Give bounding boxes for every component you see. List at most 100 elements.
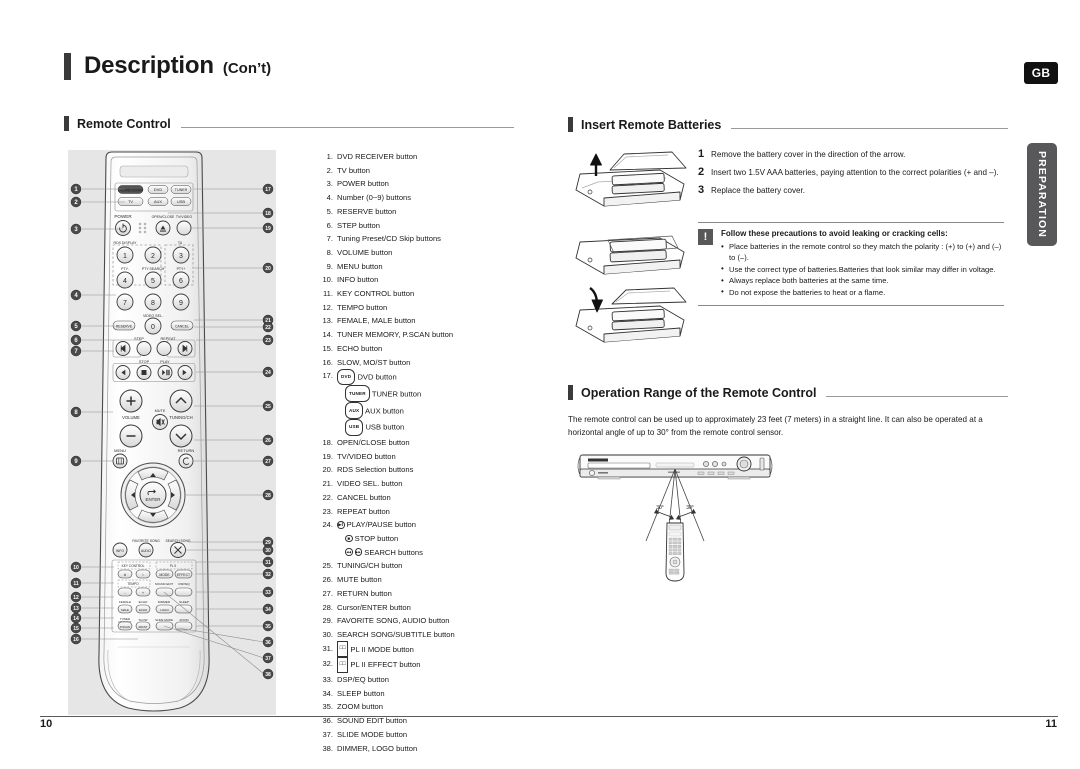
svg-text:OPEN/CLOSE: OPEN/CLOSE — [152, 215, 175, 219]
button-list-label: ■ STOP button — [345, 532, 552, 546]
page-title: Description (Con’t) — [64, 52, 271, 80]
transport-glyph-icon: ▶‖ — [337, 521, 345, 529]
button-list-text: TV button — [337, 165, 370, 175]
svg-text:2: 2 — [151, 253, 155, 260]
section-heading-operation-range: Operation Range of the Remote Control — [568, 385, 1008, 400]
button-list-label: SLEEP button — [337, 687, 552, 701]
button-list-label: RETURN button — [337, 587, 552, 601]
button-list-item: AUX AUX button — [322, 402, 552, 420]
heading-rule — [731, 127, 1008, 129]
svg-text:1: 1 — [123, 253, 127, 260]
svg-text:8: 8 — [151, 300, 155, 307]
button-list-item: 18. OPEN/CLOSE button — [322, 436, 552, 450]
button-list-text: TUNING/CH button — [337, 561, 403, 571]
heading-accent-bar — [64, 116, 69, 131]
button-list-text: DSP/EQ button — [337, 675, 389, 685]
svg-text:STEP: STEP — [134, 337, 144, 341]
battery-step-text: Replace the battery cover. — [711, 186, 806, 195]
caution-title: Follow these precautions to avoid leakin… — [721, 229, 948, 238]
svg-text:USB: USB — [177, 199, 186, 204]
button-list-item: 23. REPEAT button — [322, 505, 552, 519]
svg-text:SLIDE MODE: SLIDE MODE — [155, 618, 173, 622]
svg-text:POWER: POWER — [114, 214, 132, 219]
svg-text:TV/VIDEO: TV/VIDEO — [176, 215, 193, 219]
button-list-text: VOLUME button — [337, 247, 393, 257]
button-list-label: SEARCH SONG/SUBTITLE button — [337, 628, 552, 642]
button-list-item: 25. TUNING/CH button — [322, 559, 552, 573]
button-list-item: 26. MUTE button — [322, 573, 552, 587]
button-list-item: 3. POWER button — [322, 177, 552, 191]
button-list-label: ECHO button — [337, 342, 552, 356]
svg-text:♭: ♭ — [142, 572, 144, 577]
button-list-text: RETURN button — [337, 588, 392, 598]
button-list-label: DVD RECEIVER button — [337, 150, 552, 164]
button-list-item: 35. ZOOM button — [322, 700, 552, 714]
button-list-label: RDS Selection buttons — [337, 463, 552, 477]
svg-text:4: 4 — [123, 278, 127, 285]
battery-step: 1 Remove the battery cover in the directi… — [698, 148, 1004, 161]
button-list-text: INFO button — [337, 275, 379, 285]
button-list-item: 24. ▶‖ PLAY/PAUSE button — [322, 518, 552, 532]
button-list-label: POWER button — [337, 177, 552, 191]
svg-text:9: 9 — [179, 300, 183, 307]
button-list-text: Cursor/ENTER button — [337, 602, 411, 612]
button-list-item: 30. SEARCH SONG/SUBTITLE button — [322, 628, 552, 642]
operation-range-illustration: 30° 30° — [577, 454, 773, 582]
button-list-label: TUNER MEMORY, P.SCAN button — [337, 328, 552, 342]
button-list-number: 13. — [322, 316, 333, 326]
svg-text:TUNER: TUNER — [175, 188, 188, 192]
button-list-text: STOP button — [354, 533, 399, 543]
button-list-number: 23. — [322, 506, 333, 516]
button-list-label: CANCEL button — [337, 491, 552, 505]
button-list-label: TV/VIDEO button — [337, 450, 552, 464]
caution-item: Use the correct type of batteries.Batter… — [721, 263, 1004, 275]
angle-markers — [653, 508, 697, 520]
button-list-number: 18. — [322, 438, 333, 448]
button-list-text: MUTE button — [337, 575, 382, 585]
button-list-item: 38. DIMMER, LOGO button — [322, 742, 552, 756]
svg-text:PL II: PL II — [170, 564, 177, 568]
button-list-label: VOLUME button — [337, 246, 552, 260]
dolby-prologic-icon: □□ — [337, 656, 349, 673]
svg-text:PTY-: PTY- — [121, 267, 129, 271]
button-list-item: 19. TV/VIDEO button — [322, 450, 552, 464]
page-number-left: 10 — [40, 718, 53, 730]
button-list-text: STEP button — [337, 220, 380, 230]
button-list-number: 31. — [322, 643, 333, 653]
angle-label-left: 30° — [656, 505, 664, 511]
button-list-label: Number (0~9) buttons — [337, 191, 552, 205]
button-list-number: 17. — [322, 371, 333, 381]
button-list-item: 10. INFO button — [322, 273, 552, 287]
svg-text:FAVORITE SONG: FAVORITE SONG — [132, 539, 160, 543]
button-list-text: REPEAT button — [337, 506, 390, 516]
svg-text:RETURN: RETURN — [178, 448, 195, 453]
button-list-number: 28. — [322, 602, 333, 612]
button-list-text: POWER button — [337, 179, 389, 189]
svg-text:ZOOM: ZOOM — [180, 618, 189, 622]
language-badge: GB — [1024, 62, 1058, 84]
svg-text:ENTER: ENTER — [146, 497, 161, 502]
button-list-number: 37. — [322, 729, 333, 739]
button-list-item: 31. □□ PL II MODE button — [322, 641, 552, 658]
button-list-item: 5. RESERVE button — [322, 205, 552, 219]
svg-text:ECHO: ECHO — [139, 600, 148, 604]
svg-text:TV: TV — [128, 199, 133, 204]
section-heading-remote-control: Remote Control — [64, 116, 514, 131]
button-list-text: AUX button — [365, 406, 404, 416]
button-list-item: 37. SLIDE MODE button — [322, 728, 552, 742]
button-list-number: 1. — [326, 152, 333, 161]
remote-control-diagram: DVDRECEIVER TV DVD TUNER AUX USB POWER O… — [98, 151, 210, 712]
button-list-number: 11. — [323, 289, 333, 299]
button-list-text: Number (0~9) buttons — [337, 193, 412, 203]
svg-text:DIMMER: DIMMER — [158, 600, 171, 604]
dolby-prologic-icon: □□ — [337, 641, 349, 657]
button-list-number: 9. — [326, 261, 333, 271]
dvd-receiver-front-panel — [577, 454, 773, 480]
battery-step-number: 1 — [698, 148, 705, 160]
button-list-label: OPEN/CLOSE button — [337, 436, 552, 450]
battery-steps-list: 1 Remove the battery cover in the directi… — [698, 148, 1004, 202]
button-list-text: ZOOM button — [337, 702, 384, 712]
button-list-text: RESERVE button — [337, 206, 397, 216]
button-list-text: SEARCH buttons — [364, 547, 423, 557]
button-list-item: 1. DVD RECEIVER button — [322, 150, 552, 164]
